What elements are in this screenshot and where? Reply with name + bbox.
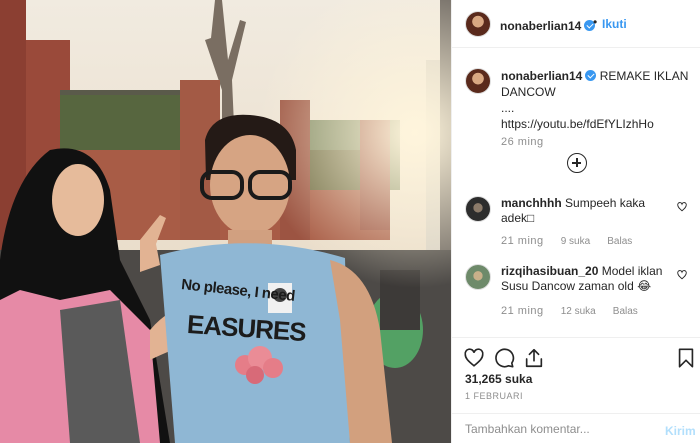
commenter-avatar[interactable] [465, 196, 491, 222]
caption-text: nonaberlian14 REMAKE IKLAN DANCOW .... h… [501, 68, 693, 132]
comment-text: manchhhh Sumpeeh kaka adek□ [501, 196, 673, 226]
post-header: nonaberlian14 • Ikuti [452, 0, 700, 48]
post-photo: No please, I need EASURES [0, 0, 451, 443]
comment-input[interactable] [465, 420, 650, 438]
commenter-avatar[interactable] [465, 264, 491, 290]
comment-reply-button[interactable]: Balas [607, 236, 632, 247]
comment-like-heart-icon[interactable] [677, 202, 687, 212]
bookmark-icon[interactable] [675, 347, 697, 369]
comment-text: rizqihasibuan_20 Model iklan Susu Dancow… [501, 264, 673, 294]
comment-meta: 21 ming 12 suka Balas [501, 305, 652, 317]
comment-like-heart-icon[interactable] [677, 270, 687, 280]
follow-button[interactable]: Ikuti [602, 17, 627, 31]
caption-avatar[interactable] [465, 68, 491, 94]
author-name-block: nonaberlian14 [500, 17, 596, 35]
caption-time[interactable]: 26 ming [501, 136, 544, 148]
comment-likes[interactable]: 9 suka [561, 236, 590, 247]
comment-reply-button[interactable]: Balas [613, 306, 638, 317]
comment-meta: 21 ming 9 suka Balas [501, 235, 646, 247]
comment-time[interactable]: 21 ming [501, 235, 544, 247]
caption-link[interactable]: https://youtu.be/fdEfYLIzhHo [501, 117, 654, 131]
like-count[interactable]: 31,265 suka [465, 372, 532, 386]
action-bar [452, 337, 700, 377]
commenter-username[interactable]: rizqihasibuan_20 [501, 264, 598, 278]
comment-likes[interactable]: 12 suka [561, 306, 596, 317]
comment-icon[interactable] [493, 347, 515, 369]
share-icon[interactable] [523, 347, 545, 369]
commenter-username[interactable]: manchhhh [501, 196, 562, 210]
post-side-panel: nonaberlian14 • Ikuti nonaberlian14 REMA… [451, 0, 700, 443]
post-comment-button[interactable]: Kirim [665, 424, 696, 438]
caption-line2: .... [501, 101, 515, 115]
post-date[interactable]: 1 FEBRUARI [465, 391, 523, 401]
verified-badge-icon [585, 70, 597, 81]
caption-username[interactable]: nonaberlian14 [501, 69, 582, 83]
author-avatar[interactable] [465, 11, 491, 37]
comment-time[interactable]: 21 ming [501, 305, 544, 317]
author-username[interactable]: nonaberlian14 [500, 19, 581, 33]
photo-scene [0, 0, 451, 443]
header-separator: • [593, 15, 598, 29]
heart-icon[interactable] [463, 347, 485, 369]
comment-composer: Kirim [452, 413, 700, 443]
load-more-comments-icon[interactable] [567, 153, 587, 173]
